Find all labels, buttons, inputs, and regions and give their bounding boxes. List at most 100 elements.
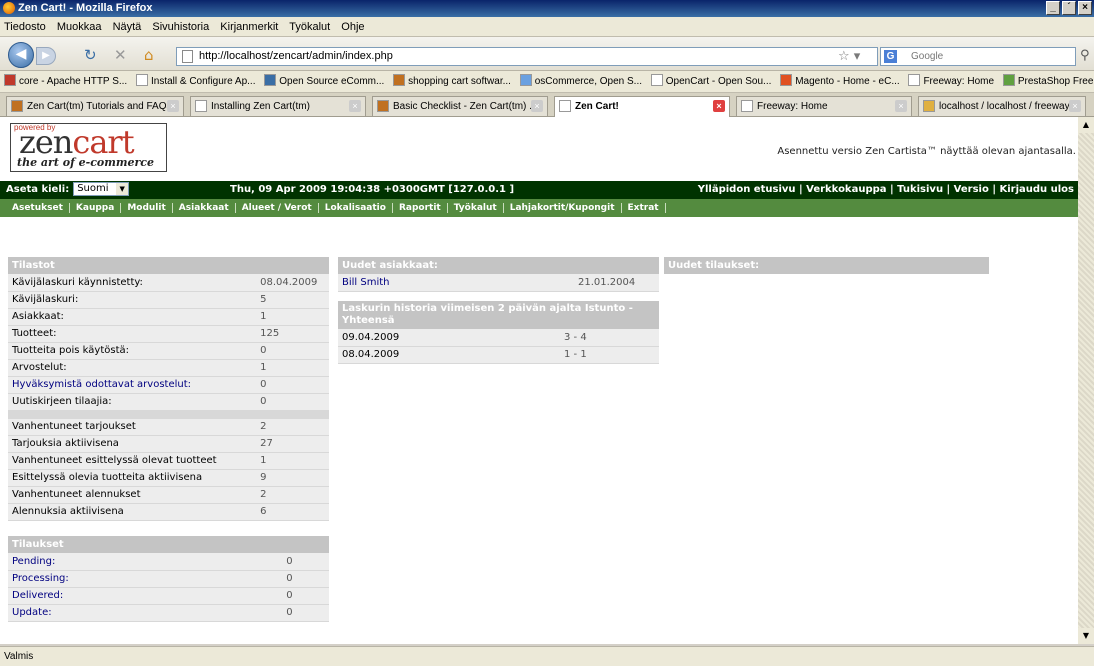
tab-favicon-icon xyxy=(377,100,389,112)
bookmarks-toolbar: core - Apache HTTP S... Install & Config… xyxy=(0,71,1094,93)
scroll-up-icon[interactable]: ▲ xyxy=(1078,117,1094,133)
menu-extras[interactable]: Extrat xyxy=(621,203,666,213)
menu-bar: Tiedosto Muokkaa Näytä Sivuhistoria Kirj… xyxy=(0,17,1094,37)
table-row: Arvostelut: 1 xyxy=(8,359,329,377)
menu-locations-taxes[interactable]: Alueet / Verot xyxy=(235,203,319,213)
new-orders-title: Uudet tilaukset: xyxy=(664,257,989,274)
tab-close-icon[interactable]: × xyxy=(713,100,725,112)
menu-edit[interactable]: Muokkaa xyxy=(57,21,102,33)
table-row: Kävijälaskuri käynnistetty: 08.04.2009 xyxy=(8,274,329,292)
orders-processing-link[interactable]: Processing: xyxy=(8,570,283,588)
menu-catalog[interactable]: Kauppa xyxy=(69,203,122,213)
menu-modules[interactable]: Modulit xyxy=(121,203,173,213)
tab-basic-checklist[interactable]: Basic Checklist - Zen Cart(tm) ... × xyxy=(372,96,548,116)
bookmark-item[interactable]: Magento - Home - eC... xyxy=(780,71,900,92)
menu-file[interactable]: Tiedosto xyxy=(4,21,46,33)
menu-settings[interactable]: Asetukset xyxy=(6,203,70,213)
table-row: Asiakkaat: 1 xyxy=(8,308,329,326)
orders-pending-link[interactable]: Pending: xyxy=(8,553,283,571)
bookmark-item[interactable]: osCommerce, Open S... xyxy=(519,71,642,92)
tab-close-icon[interactable]: × xyxy=(349,100,361,112)
zencart-logo: powered by zencart the art of e-commerce xyxy=(10,123,167,172)
tab-close-icon[interactable]: × xyxy=(531,100,543,112)
bookmark-favicon-icon xyxy=(780,74,793,86)
reload-icon[interactable]: ↻ xyxy=(84,48,97,63)
table-row: Vanhentuneet esittelyssä olevat tuotteet… xyxy=(8,452,329,470)
bookmark-favicon-icon xyxy=(135,74,148,86)
header-links[interactable]: Ylläpidon etusivu | Verkkokauppa | Tukis… xyxy=(698,181,1074,199)
menu-reports[interactable]: Raportit xyxy=(392,203,448,213)
language-select[interactable]: Suomi ▼ xyxy=(73,182,130,196)
scroll-down-icon[interactable]: ▼ xyxy=(1078,628,1094,644)
bookmark-item[interactable]: shopping cart softwar... xyxy=(393,71,511,92)
tab-phpmyadmin[interactable]: localhost / localhost / freeway ... × xyxy=(918,96,1086,116)
bookmark-item[interactable]: core - Apache HTTP S... xyxy=(4,71,127,92)
tab-favicon-icon xyxy=(741,100,753,112)
table-row: Kävijälaskuri: 5 xyxy=(8,291,329,309)
bookmark-favicon-icon xyxy=(650,74,663,86)
orders-update-link[interactable]: Update: xyxy=(8,604,283,622)
table-row: Delivered: 0 xyxy=(8,587,329,605)
bookmark-item[interactable]: Install & Configure Ap... xyxy=(135,71,256,92)
menu-localization[interactable]: Lokalisaatio xyxy=(318,203,393,213)
table-row: Update: 0 xyxy=(8,604,329,622)
page-icon xyxy=(182,50,193,63)
back-button[interactable]: ◀ xyxy=(8,42,34,68)
tab-installing-zencart[interactable]: Installing Zen Cart(tm) × xyxy=(190,96,366,116)
customer-link[interactable]: Bill Smith xyxy=(338,274,574,292)
menu-tools[interactable]: Työkalut xyxy=(289,21,330,33)
bookmark-favicon-icon xyxy=(1002,74,1015,86)
chevron-down-icon: ▼ xyxy=(116,183,129,195)
menu-history[interactable]: Sivuhistoria xyxy=(152,21,209,33)
bookmark-item[interactable]: Freeway: Home xyxy=(908,71,994,92)
search-input[interactable]: G Google xyxy=(880,47,1076,66)
tab-zencart-tutorials[interactable]: Zen Cart(tm) Tutorials and FAQs × xyxy=(6,96,184,116)
bookmark-item[interactable]: PrestaShop Free Ope... xyxy=(1002,71,1094,92)
menu-gift-coupons[interactable]: Lahjakortit/Kupongit xyxy=(503,203,622,213)
tab-zencart-active[interactable]: Zen Cart! × xyxy=(554,96,730,117)
server-datetime: Thu, 09 Apr 2009 19:04:38 +0300GMT [127.… xyxy=(230,184,515,195)
table-row: Hyväksymistä odottavat arvostelut: 0 xyxy=(8,376,329,394)
tab-favicon-icon xyxy=(195,100,207,112)
table-row: Vanhentuneet tarjoukset 2 xyxy=(8,418,329,436)
menu-tools[interactable]: Työkalut xyxy=(447,203,504,213)
home-icon[interactable]: ⌂ xyxy=(144,48,154,63)
table-row: Tarjouksia aktiivisena 27 xyxy=(8,435,329,453)
tab-close-icon[interactable]: × xyxy=(1069,100,1081,112)
version-status-text: Asennettu versio Zen Cartista™ näyttää o… xyxy=(777,146,1076,157)
menu-bookmarks[interactable]: Kirjanmerkit xyxy=(220,21,278,33)
menu-customers[interactable]: Asiakkaat xyxy=(172,203,236,213)
forward-button[interactable]: ▶ xyxy=(36,47,56,65)
orders-panel: Tilaukset Pending: 0 Processing: 0 Deliver… xyxy=(8,536,329,622)
orders-title: Tilaukset xyxy=(8,536,329,553)
status-bar: Valmis xyxy=(0,646,1094,666)
tab-freeway-home[interactable]: Freeway: Home × xyxy=(736,96,912,116)
table-row: Tuotteita pois käytöstä: 0 xyxy=(8,342,329,360)
table-row: Vanhentuneet alennukset 2 xyxy=(8,486,329,504)
table-row: Uutiskirjeen tilaajia: 0 xyxy=(8,393,329,411)
search-icon[interactable]: ⚲ xyxy=(1080,48,1090,63)
tab-favicon-icon xyxy=(559,100,571,112)
maximize-button[interactable]: ´ xyxy=(1062,1,1076,15)
menu-view[interactable]: Näytä xyxy=(113,21,142,33)
navigation-toolbar: ◀ ▶ ↻ ✕ ⌂ http://localhost/zencart/admin… xyxy=(0,37,1094,71)
tab-favicon-icon xyxy=(923,100,935,112)
bookmark-item[interactable]: Open Source eComm... xyxy=(264,71,384,92)
menu-help[interactable]: Ohje xyxy=(341,21,364,33)
tab-close-icon[interactable]: × xyxy=(167,100,179,112)
url-bar[interactable]: http://localhost/zencart/admin/index.php xyxy=(176,47,878,66)
bookmark-star-icon[interactable]: ☆ ▾ xyxy=(838,49,860,64)
vertical-scrollbar[interactable]: ▲ ▼ xyxy=(1078,117,1094,644)
table-row: Alennuksia aktiivisena 6 xyxy=(8,503,329,521)
orders-delivered-link[interactable]: Delivered: xyxy=(8,587,283,605)
tab-close-icon[interactable]: × xyxy=(895,100,907,112)
close-window-button[interactable]: × xyxy=(1078,1,1092,15)
window-title: Zen Cart! - Mozilla Firefox xyxy=(18,2,153,14)
minimize-button[interactable]: _ xyxy=(1046,1,1060,15)
stop-icon[interactable]: ✕ xyxy=(114,48,127,63)
pending-reviews-link[interactable]: Hyväksymistä odottavat arvostelut: xyxy=(8,376,257,394)
counter-history-title: Laskurin historia viimeisen 2 päivän aja… xyxy=(338,301,659,329)
google-icon[interactable]: G xyxy=(884,50,897,63)
bookmark-item[interactable]: OpenCart - Open Sou... xyxy=(650,71,771,92)
counter-history-panel: Laskurin historia viimeisen 2 päivän aja… xyxy=(338,301,659,364)
